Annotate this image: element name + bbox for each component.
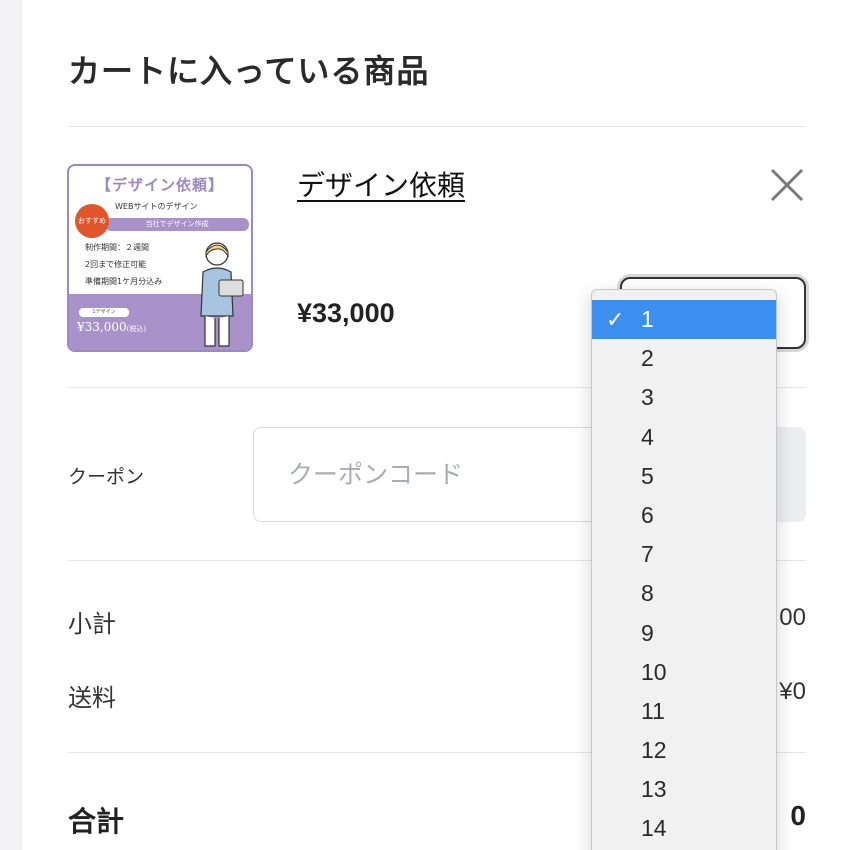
thumbnail-ribbon: 当社でデザイン作成 [105,218,249,231]
option-label: 7 [641,541,654,568]
option-label: 3 [641,384,654,411]
product-price: ¥33,000 [297,298,395,328]
option-label: 5 [641,462,654,489]
product-name-link[interactable]: デザイン依頼 [297,164,465,204]
quantity-option[interactable]: 14 [592,809,776,848]
total-label: 合計 [68,805,125,838]
quantity-option[interactable]: 2 [592,339,776,378]
option-label: 8 [641,580,654,607]
option-label: 10 [641,658,667,685]
quantity-option[interactable]: 7 [592,535,776,574]
shipping-label: 送料 [68,684,116,712]
thumbnail-price: ¥33,000(税込) [77,320,147,334]
option-label: 12 [641,737,667,764]
quantity-option[interactable]: 6 [592,496,776,535]
quantity-option[interactable]: 12 [592,731,776,770]
quantity-option[interactable]: 3 [592,378,776,417]
subtotal-label: 小計 [68,610,116,638]
thumbnail-badge: おすすめ [75,204,109,238]
quantity-option[interactable]: 5 [592,457,776,496]
quantity-option[interactable]: 11 [592,692,776,731]
thumbnail-line: 制作期間：２週間 [85,243,149,252]
option-label: 13 [641,776,667,803]
quantity-option[interactable]: 9 [592,614,776,653]
quantity-option[interactable]: 8 [592,574,776,613]
divider [68,126,806,127]
checkmark-icon: ✓ [606,307,625,332]
product-thumbnail[interactable]: 【デザイン依頼】 WEBサイトのデザイン 当社でデザイン作成 おすすめ 制作期間… [67,164,253,352]
page-title: カートに入っている商品 [68,52,430,90]
quantity-option[interactable]: 4 [592,418,776,457]
total-value: 0 [790,800,806,831]
thumbnail-line: 準備期間1ケ月分込み [85,277,163,286]
option-label: 11 [641,697,665,724]
option-label: 14 [641,815,667,842]
dropdown-options: ✓ 1 2 3 4 5 6 7 8 9 10 11 12 13 14 [592,290,776,849]
option-label: 9 [641,619,654,646]
option-label: 2 [641,345,654,372]
option-label: 4 [641,423,654,450]
person-illustration [200,242,244,347]
option-label: 1 [641,306,654,332]
coupon-label: クーポン [68,466,145,488]
shipping-value: ¥0 [779,678,806,705]
thumbnail-pill: 1デザイン [79,308,129,317]
close-icon[interactable] [768,166,806,204]
thumbnail-subtitle: WEBサイトのデザイン [115,202,198,211]
thumbnail-title: 【デザイン依頼】 [95,176,224,194]
option-label: 6 [641,501,654,528]
subtotal-value: 00 [779,604,806,631]
quantity-option[interactable]: 13 [592,770,776,809]
quantity-option[interactable]: ✓ 1 [592,300,776,340]
quantity-dropdown[interactable]: ✓ 1 2 3 4 5 6 7 8 9 10 11 12 13 14 [591,289,777,850]
thumbnail-line: 2回まで修正可能 [85,260,147,269]
quantity-option[interactable]: 10 [592,653,776,692]
